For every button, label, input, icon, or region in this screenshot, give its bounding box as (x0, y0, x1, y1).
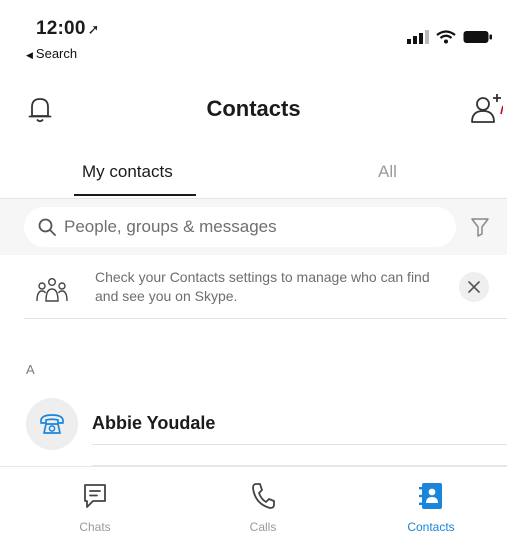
active-tab-indicator (74, 194, 196, 196)
location-arrow-icon: ➚ (87, 21, 100, 37)
nav-item-chats[interactable]: Chats (50, 479, 140, 534)
phone-icon (252, 483, 275, 509)
filter-button[interactable] (471, 217, 489, 242)
search-input[interactable] (64, 217, 424, 237)
filter-icon (471, 218, 489, 237)
contacts-tabs: My contacts All (0, 150, 507, 200)
status-icons (407, 28, 493, 46)
contacts-settings-notice[interactable]: Check your Contacts settings to manage w… (0, 255, 507, 319)
nav-icon-wrap (218, 479, 308, 513)
nav-label-contacts: Contacts (407, 520, 455, 534)
nav-label-chats: Chats (79, 520, 111, 534)
close-icon (468, 281, 480, 293)
header: Contacts (0, 88, 507, 132)
notice-divider (24, 318, 507, 319)
status-time-text: 12:00 (36, 18, 86, 39)
contact-name: Abbie Youdale (92, 413, 216, 433)
tab-my-contacts[interactable]: My contacts (82, 162, 173, 182)
wifi-icon (436, 30, 456, 44)
notice-text: Check your Contacts settings to manage w… (95, 269, 430, 304)
section-header-letter: A (26, 362, 35, 377)
back-triangle-icon: ◀ (26, 50, 33, 60)
notice-icon-wrap (36, 277, 68, 308)
nav-icon-wrap (386, 479, 476, 513)
contacts-screen: 12:00 ➚ ◀ Search Contacts My contacts Al… (0, 0, 507, 547)
dismiss-notice-button[interactable] (459, 272, 489, 302)
avatar (26, 398, 78, 450)
telephone-icon (40, 414, 64, 434)
nav-item-calls[interactable]: Calls (218, 479, 308, 534)
search-box[interactable] (24, 207, 456, 247)
contact-row[interactable]: Abbie Youdale (0, 396, 507, 456)
people-group-icon (36, 278, 68, 302)
page-title: Contacts (206, 96, 301, 121)
contacts-icon (419, 483, 442, 509)
search-bar (0, 199, 507, 255)
nav-item-contacts[interactable]: Contacts (386, 479, 476, 534)
search-icon (38, 218, 56, 236)
nav-label-calls: Calls (249, 520, 277, 534)
add-contact-button[interactable] (469, 92, 504, 131)
status-bar: 12:00 ➚ ◀ Search (0, 0, 507, 70)
chat-icon (84, 484, 106, 508)
battery-icon (463, 31, 492, 43)
signal-icon (407, 30, 429, 44)
tab-all[interactable]: All (378, 162, 397, 182)
bottom-navigation: Chats Calls Contacts (0, 466, 507, 547)
nav-icon-wrap (50, 479, 140, 513)
back-to-search-link[interactable]: ◀ Search (26, 46, 77, 61)
status-time: 12:00 ➚ (36, 18, 100, 40)
row-divider (92, 444, 507, 445)
back-label: Search (35, 46, 78, 61)
add-contact-icon (471, 94, 504, 123)
